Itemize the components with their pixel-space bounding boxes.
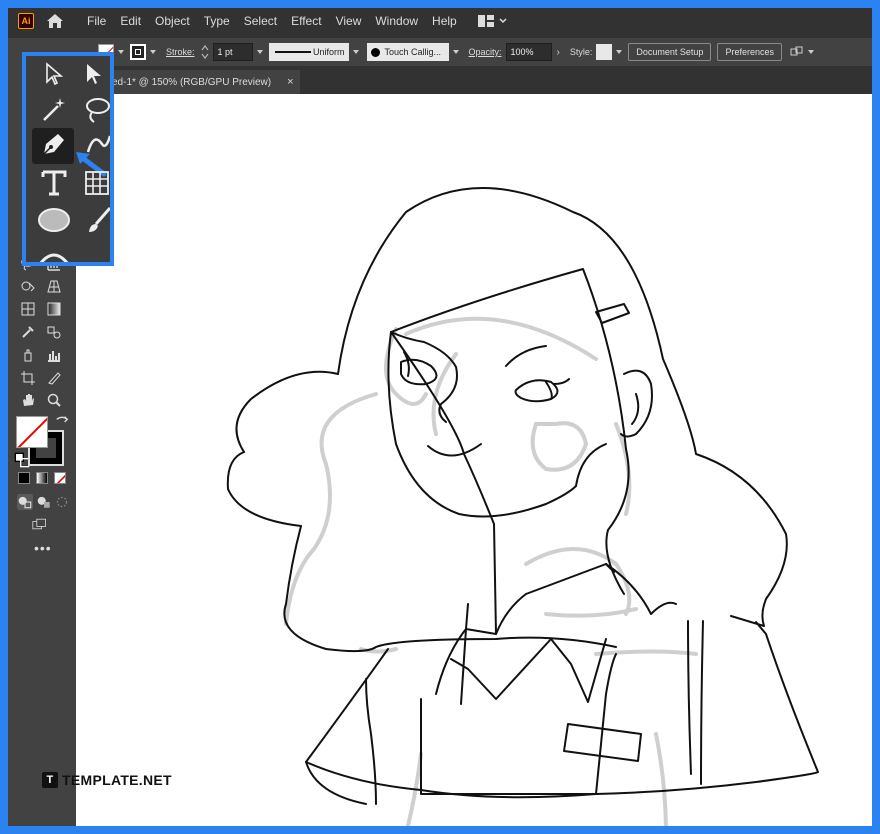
draw-normal-icon[interactable] xyxy=(17,494,33,510)
control-bar: Stroke: 1 pt Uniform Touch Callig... Opa… xyxy=(8,38,872,66)
none-color-icon xyxy=(17,417,47,447)
draw-inside-icon[interactable] xyxy=(54,494,68,508)
style-label: Style: xyxy=(569,47,593,57)
screen-mode-icon[interactable] xyxy=(32,516,52,532)
perspective-grid-icon[interactable] xyxy=(46,278,62,294)
zoom-tool-icon[interactable] xyxy=(46,392,62,408)
ellipse-tool-icon[interactable] xyxy=(36,206,72,239)
menu-file[interactable]: File xyxy=(80,14,113,28)
gradient-mode-button[interactable] xyxy=(36,472,48,484)
slice-tool-icon[interactable] xyxy=(46,370,62,386)
style-dropdown-icon[interactable] xyxy=(616,50,623,54)
brush-dropdown-icon[interactable] xyxy=(452,50,459,54)
opacity-expand-icon[interactable]: › xyxy=(557,47,560,58)
shaper-tool-icon[interactable] xyxy=(36,246,72,262)
menu-edit[interactable]: Edit xyxy=(113,14,148,28)
gradient-tool-icon[interactable] xyxy=(46,301,62,317)
default-colors-icon[interactable] xyxy=(14,452,30,468)
highlighted-tools-callout xyxy=(22,52,114,266)
preferences-button[interactable]: Preferences xyxy=(717,43,782,61)
stroke-weight-dropdown-icon[interactable] xyxy=(256,50,263,54)
symbol-sprayer-icon[interactable] xyxy=(20,347,36,363)
fill-color-swatch[interactable] xyxy=(16,416,48,448)
swap-colors-icon[interactable] xyxy=(54,414,69,426)
stroke-weight-input[interactable]: 1 pt xyxy=(212,43,253,61)
opacity-label[interactable]: Opacity: xyxy=(469,47,502,57)
illustrator-logo: Ai xyxy=(18,13,34,29)
column-graph-icon[interactable] xyxy=(46,347,62,363)
mesh-tool-icon[interactable] xyxy=(20,301,36,317)
menu-items: File Edit Object Type Select Effect View… xyxy=(80,14,464,28)
brush-name: Touch Callig... xyxy=(384,47,442,57)
brush-dot-icon xyxy=(370,47,380,57)
stroke-dropdown-icon[interactable] xyxy=(150,50,156,54)
lasso-tool-icon[interactable] xyxy=(84,96,110,129)
shape-builder-icon[interactable] xyxy=(20,278,36,294)
stroke-stepper-icon[interactable] xyxy=(201,45,209,59)
girl-line-drawing xyxy=(226,187,819,826)
watermark-text: TEMPLATE.NET xyxy=(62,772,172,788)
blend-tool-icon[interactable] xyxy=(46,324,62,340)
workspace-switcher[interactable] xyxy=(477,15,507,27)
template-logo-icon: T xyxy=(42,772,58,788)
menu-object[interactable]: Object xyxy=(148,14,197,28)
magic-wand-icon[interactable] xyxy=(40,96,68,129)
arrange-icon[interactable] xyxy=(790,45,804,59)
chevron-down-icon xyxy=(499,18,507,24)
stroke-label[interactable]: Stroke: xyxy=(166,47,195,57)
type-tool-icon[interactable] xyxy=(40,168,68,203)
illustrator-window: Ai File Edit Object Type Select Effect V… xyxy=(8,8,872,826)
opacity-input[interactable]: 100% xyxy=(505,43,552,61)
template-watermark: T TEMPLATE.NET xyxy=(42,772,172,788)
paintbrush-tool-icon[interactable] xyxy=(86,206,110,239)
selection-arrow-icon[interactable] xyxy=(82,62,106,91)
workspace-grid-icon xyxy=(477,15,494,27)
artboard-tool-icon[interactable] xyxy=(20,370,36,386)
brush-definition[interactable]: Touch Callig... xyxy=(366,43,449,61)
more-tools-icon[interactable]: ••• xyxy=(34,540,52,556)
menu-window[interactable]: Window xyxy=(368,14,425,28)
grid-tool-icon[interactable] xyxy=(84,170,110,201)
menu-type[interactable]: Type xyxy=(197,14,237,28)
arrange-dropdown-icon[interactable] xyxy=(807,50,814,54)
hand-tool-icon[interactable] xyxy=(20,392,36,408)
menu-view[interactable]: View xyxy=(329,14,369,28)
draw-behind-icon[interactable] xyxy=(36,494,50,508)
profile-dropdown-icon[interactable] xyxy=(352,50,359,54)
menu-effect[interactable]: Effect xyxy=(284,14,328,28)
direct-selection-icon[interactable] xyxy=(42,62,66,91)
close-icon[interactable]: × xyxy=(287,76,293,88)
style-swatch[interactable] xyxy=(596,44,613,60)
stroke-swatch[interactable] xyxy=(130,44,146,60)
artboard-canvas[interactable] xyxy=(76,94,872,826)
menu-bar: Ai File Edit Object Type Select Effect V… xyxy=(8,8,872,34)
menu-help[interactable]: Help xyxy=(425,14,464,28)
none-mode-button[interactable] xyxy=(54,472,66,484)
color-mode-button[interactable] xyxy=(18,472,30,484)
home-icon[interactable] xyxy=(46,13,64,29)
document-tab-title: ed-1* @ 150% (RGB/GPU Preview) xyxy=(112,76,272,88)
variable-width-profile[interactable]: Uniform xyxy=(268,43,349,61)
fill-dropdown-icon[interactable] xyxy=(118,50,124,54)
document-setup-button[interactable]: Document Setup xyxy=(628,43,712,61)
pen-tool-icon[interactable] xyxy=(40,130,68,163)
eyedropper-icon[interactable] xyxy=(20,324,36,340)
menu-select[interactable]: Select xyxy=(237,14,284,28)
